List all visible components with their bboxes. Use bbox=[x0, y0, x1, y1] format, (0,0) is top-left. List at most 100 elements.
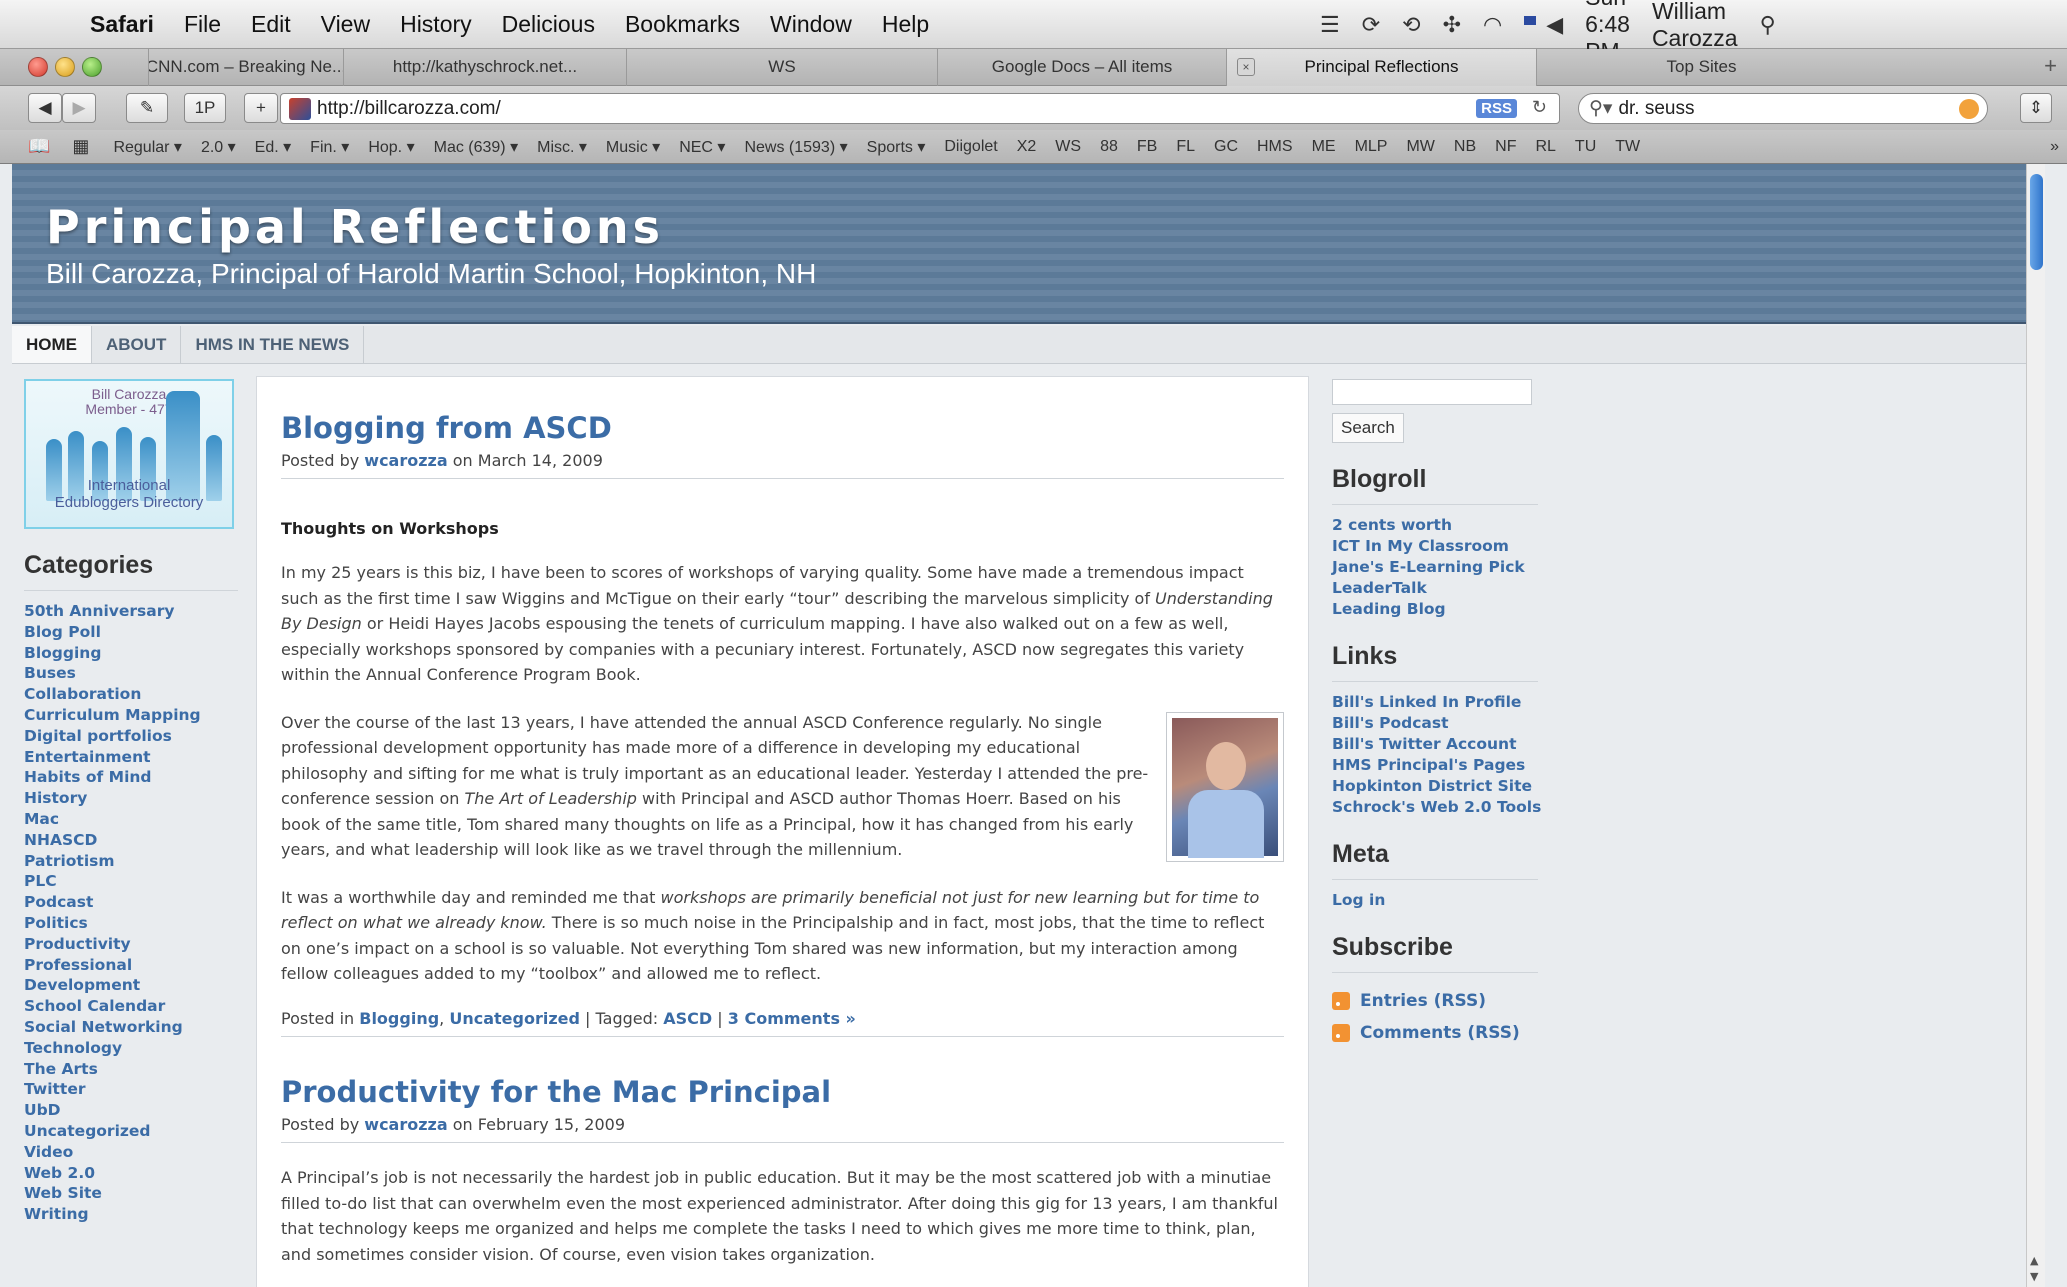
bookmark-item[interactable]: TU bbox=[1575, 138, 1596, 156]
search-field[interactable]: ⚲▾ dr. seuss bbox=[1578, 93, 1988, 124]
edit-bookmark-button[interactable]: ✎ bbox=[126, 93, 168, 123]
nav-about[interactable]: ABOUT bbox=[92, 326, 182, 363]
bookmark-item[interactable]: Regular ▾ bbox=[113, 137, 182, 157]
wifi-icon[interactable]: ◠ bbox=[1483, 12, 1502, 38]
category-link[interactable]: School Calendar bbox=[24, 996, 238, 1017]
bookmark-item[interactable]: Mac (639) ▾ bbox=[434, 137, 519, 157]
bookmark-item[interactable]: Sports ▾ bbox=[867, 137, 926, 157]
category-link-blogging[interactable]: Blogging bbox=[359, 1009, 439, 1028]
sidebar-link[interactable]: HMS Principal's Pages bbox=[1332, 755, 1538, 776]
category-link[interactable]: Productivity bbox=[24, 934, 238, 955]
category-link[interactable]: Social Networking bbox=[24, 1017, 238, 1038]
time-machine-icon[interactable]: ⟲ bbox=[1402, 12, 1420, 38]
bookmark-item[interactable]: TW bbox=[1615, 138, 1640, 156]
bookmark-item[interactable]: MLP bbox=[1355, 138, 1388, 156]
volume-icon[interactable]: ◀ bbox=[1546, 12, 1563, 38]
login-link[interactable]: Log in bbox=[1332, 890, 1538, 911]
reload-icon[interactable]: ↻ bbox=[1532, 97, 1547, 118]
blogroll-link[interactable]: ICT In My Classroom bbox=[1332, 536, 1538, 557]
category-link[interactable]: Writing bbox=[24, 1204, 238, 1225]
script-menu-icon[interactable]: ☰ bbox=[1320, 12, 1340, 38]
menu-edit[interactable]: Edit bbox=[251, 11, 291, 38]
menu-user[interactable]: William Carozza bbox=[1652, 0, 1738, 52]
category-link[interactable]: Collaboration bbox=[24, 684, 238, 705]
post-author-link[interactable]: wcarozza bbox=[364, 451, 447, 470]
nav-home[interactable]: HOME bbox=[12, 326, 92, 363]
bookmark-item[interactable]: MW bbox=[1406, 138, 1434, 156]
tag-link-ascd[interactable]: ASCD bbox=[663, 1009, 712, 1028]
bookmark-item[interactable]: News (1593) ▾ bbox=[744, 137, 847, 157]
book-icon[interactable]: 📖 bbox=[28, 136, 50, 157]
menu-window[interactable]: Window bbox=[770, 11, 852, 38]
menu-app-safari[interactable]: Safari bbox=[90, 11, 154, 38]
menu-help[interactable]: Help bbox=[882, 11, 929, 38]
blogroll-link[interactable]: 2 cents worth bbox=[1332, 515, 1538, 536]
spotlight-search-icon[interactable]: ⚲ bbox=[1760, 12, 1776, 38]
address-input[interactable]: http://billcarozza.com/ bbox=[317, 98, 501, 120]
add-bookmark-button[interactable]: + bbox=[244, 93, 278, 123]
forward-button[interactable]: ▶ bbox=[62, 93, 96, 123]
category-link[interactable]: PLC bbox=[24, 871, 238, 892]
category-link[interactable]: History bbox=[24, 788, 238, 809]
bookmark-item[interactable]: RL bbox=[1535, 138, 1555, 156]
category-link[interactable]: NHASCD bbox=[24, 830, 238, 851]
comments-rss-link[interactable]: Comments (RSS) bbox=[1332, 1023, 1538, 1043]
category-link[interactable]: Video bbox=[24, 1142, 238, 1163]
category-link[interactable]: Twitter bbox=[24, 1079, 238, 1100]
vertical-scrollbar[interactable]: ▲ ▼ bbox=[2026, 164, 2045, 1287]
bookmark-item[interactable]: HMS bbox=[1257, 138, 1293, 156]
tab-top-sites[interactable]: Top Sites bbox=[1536, 48, 1866, 86]
menu-bookmarks[interactable]: Bookmarks bbox=[625, 11, 740, 38]
category-link[interactable]: Patriotism bbox=[24, 851, 238, 872]
bookmarks-overflow-button[interactable]: » bbox=[2050, 138, 2059, 156]
minimize-window-icon[interactable] bbox=[55, 57, 75, 77]
post-title[interactable]: Productivity for the Mac Principal bbox=[281, 1075, 1284, 1109]
category-link[interactable]: 50th Anniversary bbox=[24, 601, 238, 622]
bookmark-item[interactable]: Music ▾ bbox=[606, 137, 660, 157]
category-link[interactable]: Uncategorized bbox=[24, 1121, 238, 1142]
tab-principal-reflections[interactable]: × Principal Reflections bbox=[1226, 48, 1536, 86]
page-menu-button[interactable]: ⇕ bbox=[2020, 93, 2052, 123]
post-title[interactable]: Blogging from ASCD bbox=[281, 411, 1284, 445]
tab-kathyschrock[interactable]: http://kathyschrock.net... bbox=[343, 48, 626, 86]
menu-history[interactable]: History bbox=[400, 11, 472, 38]
blogroll-link[interactable]: Jane's E-Learning Pick bbox=[1332, 557, 1538, 578]
bookmark-item[interactable]: NB bbox=[1454, 138, 1476, 156]
scroll-up-icon[interactable]: ▲ bbox=[2030, 1254, 2038, 1267]
tab-google-docs[interactable]: Google Docs – All items bbox=[937, 48, 1226, 86]
tab-cnn[interactable]: CNN.com – Breaking Ne... bbox=[148, 48, 343, 86]
category-link[interactable]: The Arts bbox=[24, 1059, 238, 1080]
category-link[interactable]: Blog Poll bbox=[24, 622, 238, 643]
category-link[interactable]: Digital portfolios bbox=[24, 726, 238, 747]
sidebar-link[interactable]: Schrock's Web 2.0 Tools bbox=[1332, 797, 1541, 818]
bookmark-item[interactable]: ME bbox=[1312, 138, 1336, 156]
scrollbar-thumb[interactable] bbox=[2030, 174, 2043, 270]
sidebar-search-input[interactable] bbox=[1332, 379, 1532, 405]
bookmark-item[interactable]: Hop. ▾ bbox=[368, 137, 414, 157]
menu-file[interactable]: File bbox=[184, 11, 221, 38]
category-link[interactable]: Professional Development bbox=[24, 955, 238, 997]
address-bar[interactable]: http://billcarozza.com/ RSS ↻ bbox=[280, 93, 1560, 124]
sidebar-link[interactable]: Bill's Linked In Profile bbox=[1332, 692, 1538, 713]
bookmark-item[interactable]: WS bbox=[1055, 138, 1081, 156]
nav-hms-in-the-news[interactable]: HMS IN THE NEWS bbox=[181, 326, 365, 363]
rss-button[interactable]: RSS bbox=[1476, 99, 1517, 118]
back-button[interactable]: ◀ bbox=[28, 93, 62, 123]
post-author-link[interactable]: wcarozza bbox=[364, 1115, 447, 1134]
zoom-window-icon[interactable] bbox=[82, 57, 102, 77]
menu-delicious[interactable]: Delicious bbox=[502, 11, 595, 38]
onepassword-button[interactable]: 1P bbox=[184, 93, 226, 123]
blogroll-link[interactable]: LeaderTalk bbox=[1332, 578, 1538, 599]
sync-icon[interactable]: ⟳ bbox=[1362, 12, 1380, 38]
category-link[interactable]: Politics bbox=[24, 913, 238, 934]
tab-ws[interactable]: WS bbox=[626, 48, 937, 86]
bookmark-item[interactable]: GC bbox=[1214, 138, 1238, 156]
scroll-down-icon[interactable]: ▼ bbox=[2030, 1270, 2038, 1283]
top-sites-grid-icon[interactable]: ▦ bbox=[72, 136, 89, 157]
blogroll-link[interactable]: Leading Blog bbox=[1332, 599, 1538, 620]
category-link[interactable]: Web 2.0 bbox=[24, 1163, 238, 1184]
category-link[interactable]: UbD bbox=[24, 1100, 238, 1121]
bookmark-item[interactable]: X2 bbox=[1017, 138, 1037, 156]
category-link[interactable]: Entertainment bbox=[24, 747, 238, 768]
bookmark-item[interactable]: FL bbox=[1176, 138, 1195, 156]
